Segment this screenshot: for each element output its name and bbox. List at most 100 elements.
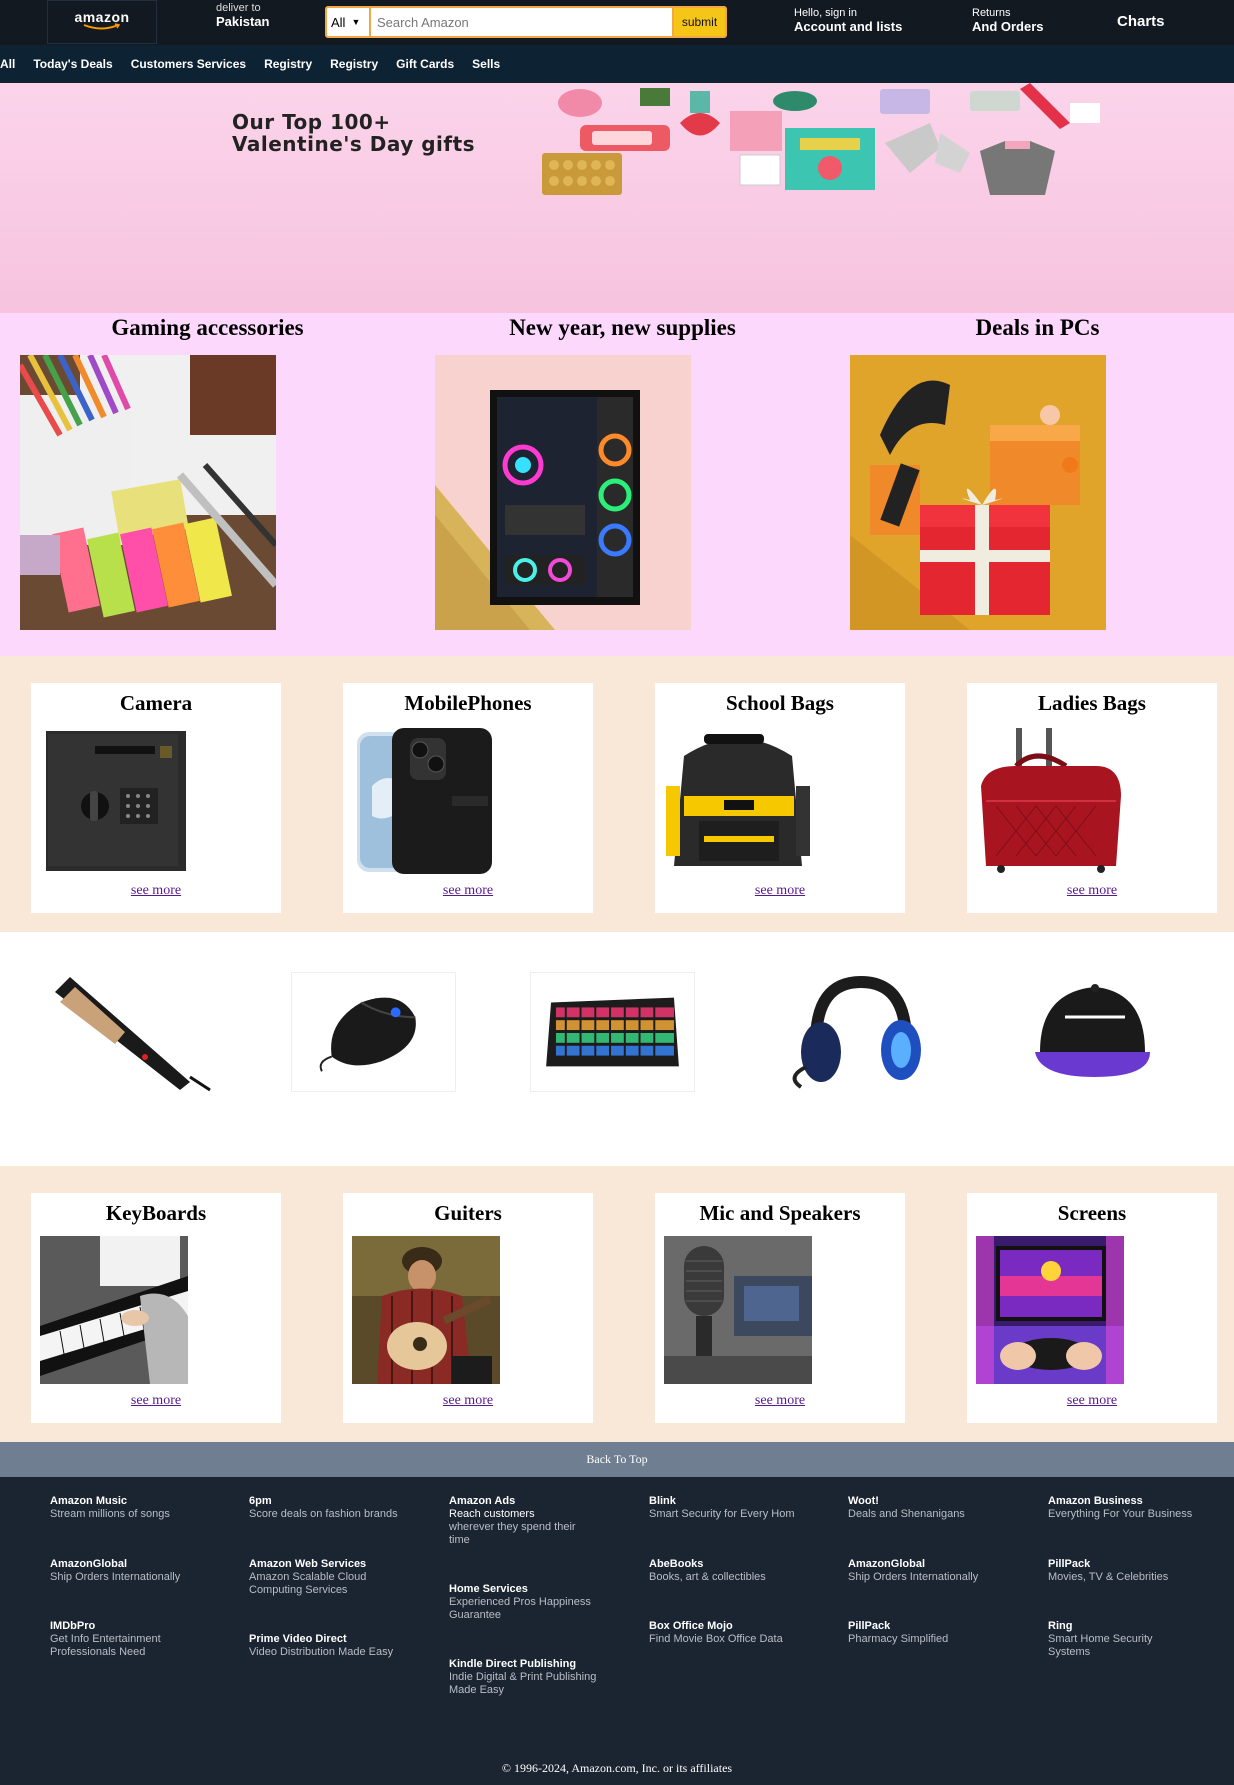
search-submit-button[interactable]: submit xyxy=(672,6,727,38)
see-more-link[interactable]: see more xyxy=(655,883,905,899)
category-card: Ladies Bags see more xyxy=(967,683,1217,913)
card-title: Screens xyxy=(1057,1201,1127,1225)
hero-title: Our Top 100+ Valentine's Day gifts xyxy=(232,111,475,155)
featured-section: Gaming accessories New year, new supplie… xyxy=(0,313,1234,656)
footer-link-title: Amazon Business xyxy=(1048,1495,1143,1507)
account-and-lists[interactable]: Hello, sign in Account and lists xyxy=(794,6,902,34)
category-card: KeyBoards see more xyxy=(31,1193,281,1423)
search-input[interactable]: Search Amazon xyxy=(371,6,672,38)
see-more-link[interactable]: see more xyxy=(967,883,1217,899)
footer-link[interactable]: Amazon Music Stream millions of songs xyxy=(50,1495,225,1521)
safe-photo[interactable] xyxy=(40,726,188,874)
deliver-to-location[interactable]: deliver to Pakistan xyxy=(216,1,269,29)
footer-link[interactable]: Home Services Experienced Pros Happiness… xyxy=(449,1583,594,1622)
nav-item-customer-services[interactable]: Customers Services xyxy=(131,57,246,71)
product-strip xyxy=(0,932,1234,1166)
footer-link[interactable]: Blink Smart Security for Every Hom xyxy=(649,1495,824,1521)
search-bar: All ▼ Search Amazon submit xyxy=(325,6,730,38)
returns-and-orders[interactable]: Returns And Orders xyxy=(972,6,1044,34)
footer-link-desc: wherever they spend their time xyxy=(449,1521,576,1546)
nav-item-all[interactable]: All xyxy=(0,57,15,71)
footer-link[interactable]: Amazon Web Services Amazon Scalable Clou… xyxy=(249,1558,379,1597)
footer-link[interactable]: Kindle Direct Publishing Indie Digital &… xyxy=(449,1658,599,1697)
footer-link-desc: Books, art & collectibles xyxy=(649,1571,766,1583)
footer-link[interactable]: IMDbPro Get Info Entertainment Professio… xyxy=(50,1620,180,1659)
gaming-screen-photo[interactable] xyxy=(976,1236,1124,1384)
gift-box-photo[interactable] xyxy=(850,355,1106,630)
gaming-pc-photo[interactable] xyxy=(435,355,691,630)
footer-link-desc: Video Distribution Made Easy xyxy=(249,1646,394,1658)
categories-row-2: KeyBoards see more Guiters see more Mic … xyxy=(0,1166,1234,1442)
footer-link[interactable]: AmazonGlobal Ship Orders Internationally xyxy=(50,1558,225,1584)
see-more-link[interactable]: see more xyxy=(967,1393,1217,1409)
nav-item-registry[interactable]: Registry xyxy=(264,57,312,71)
footer-link-desc: Score deals on fashion brands xyxy=(249,1508,398,1520)
hair-straightener-image[interactable] xyxy=(50,972,215,1092)
category-card: Mic and Speakers see more xyxy=(655,1193,905,1423)
footer-link-desc: Get Info Entertainment Professionals Nee… xyxy=(50,1633,161,1658)
see-more-link[interactable]: see more xyxy=(343,1393,593,1409)
see-more-link[interactable]: see more xyxy=(343,883,593,899)
duffel-bag-photo[interactable] xyxy=(976,726,1124,874)
copyright-text: © 1996-2024, Amazon.com, Inc. or its aff… xyxy=(501,1761,733,1775)
footer-link-subtitle: Reach customers xyxy=(449,1508,535,1520)
footer-link-title: PillPack xyxy=(848,1620,891,1632)
piano-photo[interactable] xyxy=(40,1236,188,1384)
amazon-logo[interactable]: amazon xyxy=(47,0,157,44)
footer-link[interactable]: Ring Smart Home Security Systems xyxy=(1048,1620,1168,1659)
categories-row-1: Camera see more MobilePhones see more Sc… xyxy=(0,656,1234,932)
microphone-photo[interactable] xyxy=(664,1236,812,1384)
footer-link[interactable]: AbeBooks Books, art & collectibles xyxy=(649,1558,824,1584)
footer-link[interactable]: Woot! Deals and Shenanigans xyxy=(848,1495,1023,1521)
footer-link-title: IMDbPro xyxy=(50,1620,96,1632)
footer-link[interactable]: PillPack Movies, TV & Celebrities xyxy=(1048,1558,1228,1584)
footer-link-desc: Indie Digital & Print Publishing Made Ea… xyxy=(449,1671,597,1696)
footer-link-desc: Smart Security for Every Hom xyxy=(649,1508,795,1520)
featured-title: New year, new supplies xyxy=(509,315,736,340)
orders-label: And Orders xyxy=(972,19,1044,34)
footer-link[interactable]: Amazon Ads Reach customers wherever they… xyxy=(449,1495,589,1547)
nav-item-registry-2[interactable]: Registry xyxy=(330,57,378,71)
category-card: Guiters see more xyxy=(343,1193,593,1423)
backpack-photo[interactable] xyxy=(664,726,812,874)
top-header: amazon deliver to Pakistan All ▼ Search … xyxy=(0,0,1234,45)
footer-link[interactable]: Amazon Business Everything For Your Busi… xyxy=(1048,1495,1228,1521)
footer-link[interactable]: Prime Video Direct Video Distribution Ma… xyxy=(249,1633,424,1659)
footer-link-title: AmazonGlobal xyxy=(50,1558,128,1570)
footer-link-title: Home Services xyxy=(449,1583,528,1595)
see-more-link[interactable]: see more xyxy=(31,883,281,899)
see-more-link[interactable]: see more xyxy=(31,1393,281,1409)
footer-link-title: PillPack xyxy=(1048,1558,1091,1570)
phone-case-photo[interactable] xyxy=(352,726,500,874)
snapback-cap-image[interactable] xyxy=(1010,972,1175,1092)
account-label: Account and lists xyxy=(794,19,903,34)
nav-item-sells[interactable]: Sells xyxy=(472,57,500,71)
footer-link[interactable]: 6pm Score deals on fashion brands xyxy=(249,1495,424,1521)
footer-link-title: Amazon Ads xyxy=(449,1495,516,1507)
guitar-photo[interactable] xyxy=(352,1236,500,1384)
gaming-headset-image[interactable] xyxy=(776,972,941,1092)
featured-category: Deals in PCs xyxy=(830,313,1234,656)
gaming-mouse-image[interactable] xyxy=(291,972,456,1092)
nav-item-todays-deals[interactable]: Today's Deals xyxy=(33,57,112,71)
see-more-link[interactable]: see more xyxy=(655,1393,905,1409)
footer-link-title: Ring xyxy=(1048,1620,1073,1632)
footer-link-title: Box Office Mojo xyxy=(649,1620,733,1632)
card-title: Camera xyxy=(119,691,193,715)
footer-link-desc: Smart Home Security Systems xyxy=(1048,1633,1153,1658)
footer-link-title: AbeBooks xyxy=(649,1558,704,1570)
featured-title: Deals in PCs xyxy=(975,315,1100,340)
charts-link[interactable]: Charts xyxy=(1117,13,1165,30)
rgb-keyboard-image[interactable] xyxy=(530,972,695,1092)
footer-link-title: 6pm xyxy=(249,1495,272,1507)
card-title: Ladies Bags xyxy=(1038,691,1146,715)
footer-link[interactable]: Box Office Mojo Find Movie Box Office Da… xyxy=(649,1620,824,1646)
footer-link[interactable]: PillPack Pharmacy Simplified xyxy=(848,1620,1023,1646)
footer-link[interactable]: AmazonGlobal Ship Orders Internationally xyxy=(848,1558,1023,1584)
card-title: Mic and Speakers xyxy=(699,1201,861,1225)
hero-banner[interactable]: Our Top 100+ Valentine's Day gifts xyxy=(0,83,1234,313)
back-to-top-button[interactable]: Back To Top xyxy=(0,1442,1234,1477)
stationery-photo[interactable] xyxy=(20,355,276,630)
search-category-select[interactable]: All ▼ xyxy=(325,6,371,38)
nav-item-gift-cards[interactable]: Gift Cards xyxy=(396,57,454,71)
